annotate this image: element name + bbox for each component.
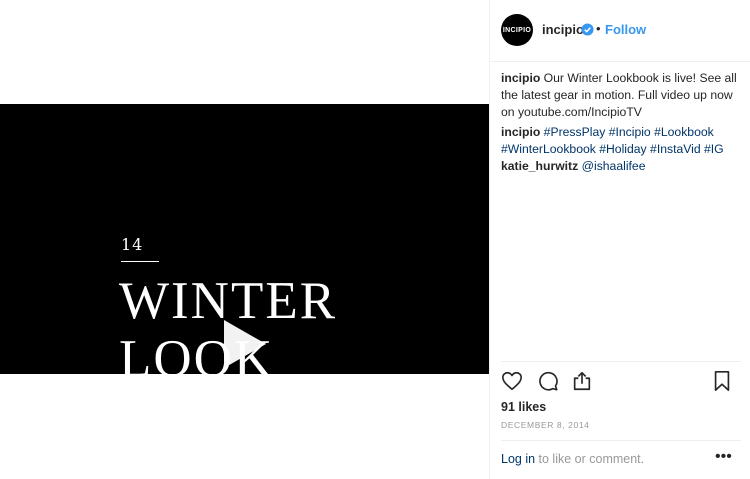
comment-icon[interactable] [537, 370, 559, 392]
caption-area: incipio Our Winter Lookbook is live! See… [501, 70, 743, 175]
post-date: DECEMBER 8, 2014 [501, 420, 590, 430]
video-player[interactable]: 14 WINTER LOOK BOOK [0, 104, 489, 440]
header-username[interactable]: incipio [542, 22, 584, 37]
video-title-line-3: BOOK [163, 384, 322, 442]
separator-dot: • [596, 21, 601, 36]
login-suffix: to like or comment. [535, 452, 645, 466]
login-prompt: Log in to like or comment. [501, 452, 644, 466]
comment: katie_hurwitz @ishaalifee [501, 158, 743, 175]
share-icon[interactable] [571, 370, 593, 392]
follow-button[interactable]: Follow [605, 22, 646, 37]
verified-badge-icon [581, 23, 594, 36]
divider [501, 361, 741, 362]
caption: incipio Our Winter Lookbook is live! See… [501, 70, 743, 121]
post-sidebar: INCIPIO incipio • Follow incipio Our Win… [489, 0, 750, 479]
likes-count[interactable]: 91 likes [501, 400, 546, 414]
title-rule [121, 261, 159, 262]
comment-text[interactable]: @ishaalifee [582, 159, 646, 173]
post-header: INCIPIO incipio • Follow [490, 0, 750, 62]
login-link[interactable]: Log in [501, 452, 535, 466]
comment-username[interactable]: incipio [501, 125, 540, 139]
avatar[interactable]: INCIPIO [501, 14, 533, 46]
play-icon[interactable] [214, 316, 270, 372]
caption-username[interactable]: incipio [501, 71, 540, 85]
bookmark-icon[interactable] [712, 370, 732, 392]
heart-icon[interactable] [501, 370, 523, 392]
comment-username[interactable]: katie_hurwitz [501, 159, 578, 173]
divider [501, 440, 741, 441]
comment: incipio #PressPlay #Incipio #Lookbook #W… [501, 124, 743, 158]
more-options-icon[interactable]: ••• [715, 448, 732, 466]
issue-number: 14 [121, 235, 144, 254]
post-media: 14 WINTER LOOK BOOK [0, 0, 489, 479]
